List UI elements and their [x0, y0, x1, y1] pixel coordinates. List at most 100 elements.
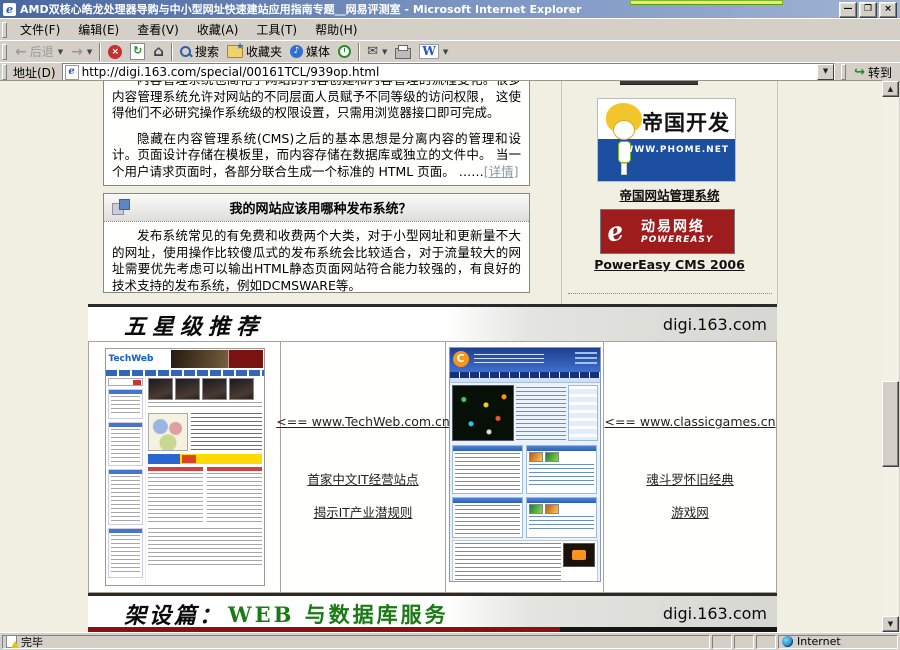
techweb-header: TechWeb	[106, 349, 264, 369]
column-divider-right	[777, 81, 778, 304]
browser-viewport: 内容管理系统也简化了网站的内容创建和内容管理的流程变化。很多内容管理系统允许对网…	[0, 80, 882, 632]
minimize-button[interactable]: —	[839, 2, 857, 18]
powereasy-cn: 动易网络	[641, 219, 713, 235]
powereasy-swirl-icon: e	[605, 216, 640, 248]
powereasy-cms-link[interactable]: PowerEasy CMS 2006	[562, 257, 777, 272]
word-dropdown-icon[interactable]: ▼	[443, 48, 448, 56]
techweb-tagline-2[interactable]: 揭示IT产业潜规则	[314, 502, 413, 521]
menu-favorites[interactable]: 收藏(A)	[188, 19, 248, 40]
setup-title-green: WEB 与数据库服务	[228, 599, 449, 629]
techweb-sidebar	[106, 376, 146, 585]
history-button[interactable]	[334, 44, 355, 59]
scroll-up-button[interactable]: ▲	[882, 81, 899, 97]
favorites-button[interactable]: 收藏夹	[223, 42, 286, 61]
address-label: 地址(D)	[13, 64, 56, 81]
search-button[interactable]: 搜索	[176, 42, 223, 61]
recommend-table: TechWeb	[88, 341, 777, 593]
detail-link[interactable]: [详情]	[484, 164, 519, 179]
toolbar-grip[interactable]	[2, 44, 7, 60]
techweb-banner-image	[171, 350, 263, 368]
scrollbar-thumb[interactable]	[882, 381, 899, 467]
status-panel-3	[756, 635, 776, 649]
go-arrow-icon: ↪	[854, 65, 865, 80]
menu-file[interactable]: 文件(F)	[11, 19, 69, 40]
go-button[interactable]: ↪ 转到	[850, 64, 900, 81]
menu-help[interactable]: 帮助(H)	[306, 19, 366, 40]
classicgames-header: C	[450, 348, 600, 372]
mail-button[interactable]: ✉ ▼	[363, 44, 391, 59]
menu-grip[interactable]	[2, 22, 7, 38]
five-star-site-label: digi.163.com	[663, 315, 767, 334]
techweb-ad-banner	[148, 454, 262, 464]
stop-button[interactable]: ×	[104, 44, 126, 60]
window-controls: — ❐ ×	[839, 2, 897, 18]
forward-dropdown-icon[interactable]: ▼	[87, 48, 92, 56]
powereasy-en: POWEREASY	[641, 235, 713, 245]
status-panel-1	[712, 635, 732, 649]
address-dropdown-button[interactable]: ▼	[817, 64, 834, 80]
classicgames-tagline-1[interactable]: 魂斗罗怀旧经典	[646, 469, 734, 488]
address-bar: 地址(D) e http://digi.163.com/special/0016…	[0, 62, 900, 82]
media-label: 媒体	[306, 43, 330, 60]
five-star-section-header: 五星级推荐 digi.163.com	[88, 304, 777, 342]
techweb-body	[106, 376, 264, 585]
question-icon	[112, 199, 136, 217]
edit-with-word-button[interactable]: W ▼	[415, 43, 452, 60]
publish-system-title: 我的网站应该用哪种发布系统？	[136, 198, 505, 217]
forward-button[interactable]: → ▼	[67, 44, 96, 60]
history-clock-icon	[338, 45, 351, 58]
classicgames-screenshot-thumbnail[interactable]: C	[449, 347, 601, 582]
techweb-screenshot-thumbnail[interactable]: TechWeb	[105, 348, 265, 586]
address-url[interactable]: http://digi.163.com/special/00161TCL/939…	[82, 65, 380, 79]
toolbar-separator	[358, 43, 360, 61]
techweb-tagline-1[interactable]: 首家中文IT经营站点	[307, 469, 418, 488]
home-button[interactable]: ⌂	[149, 43, 168, 60]
media-button[interactable]: ♪ 媒体	[286, 42, 334, 61]
classicgames-links-cell: <== www.classicgames.cn 魂斗罗怀旧经典 游戏网	[604, 342, 776, 592]
forward-arrow-icon: →	[71, 45, 83, 59]
publish-system-body: 发布系统常见的有免费和收费两个大类，对于小型网址和更新量不大的网址，使用操作比较…	[104, 222, 529, 300]
mail-dropdown-icon[interactable]: ▼	[382, 48, 387, 56]
scroll-down-button[interactable]: ▼	[882, 616, 899, 632]
empire-cms-logo[interactable]: 帝国开发 WWW.PHOME.NET	[597, 98, 736, 182]
restore-button[interactable]: ❐	[859, 2, 877, 18]
vertical-scrollbar[interactable]: ▲ ▼	[882, 81, 899, 632]
techweb-url-link[interactable]: <== www.TechWeb.com.cn	[276, 414, 450, 429]
printer-icon	[395, 48, 411, 59]
empire-logo-text: 帝国开发	[642, 107, 730, 137]
print-button[interactable]	[391, 43, 415, 60]
classicgames-bottom-section	[452, 540, 598, 582]
powereasy-logo[interactable]: e 动易网络 POWEREASY	[600, 209, 735, 254]
close-button[interactable]: ×	[879, 2, 897, 18]
menu-edit[interactable]: 编辑(E)	[69, 19, 128, 40]
menu-view[interactable]: 查看(V)	[128, 19, 188, 40]
toolbar-separator	[171, 43, 173, 61]
refresh-button[interactable]: ↻	[126, 42, 149, 61]
back-dropdown-icon[interactable]: ▼	[58, 48, 63, 56]
menu-tools[interactable]: 工具(T)	[247, 19, 306, 40]
back-button[interactable]: ← 后退 ▼	[11, 42, 67, 61]
addressbar-grip[interactable]	[2, 64, 7, 80]
empire-mascot-icon	[604, 103, 646, 179]
cms-paragraph-2: 隐藏在内容管理系统(CMS)之后的基本思想是分离内容的管理和设计。页面设计存储在…	[112, 131, 521, 181]
techweb-logo: TechWeb	[109, 354, 154, 364]
classicgames-login-form	[568, 385, 598, 441]
favorites-label: 收藏夹	[246, 43, 282, 60]
status-bar: 完毕 Internet	[0, 632, 900, 650]
techweb-links-cell: <== www.TechWeb.com.cn 首家中文IT经营站点 揭示IT产业…	[281, 342, 446, 592]
ie-app-icon: e	[3, 3, 16, 16]
status-panel-2	[734, 635, 754, 649]
internet-globe-icon	[782, 636, 793, 647]
classicgames-thumbnail-cell: C	[446, 342, 604, 592]
address-input[interactable]: e http://digi.163.com/special/00161TCL/9…	[62, 63, 835, 81]
empire-cms-link[interactable]: 帝国网站管理系统	[562, 185, 777, 204]
classicgames-url-link[interactable]: <== www.classicgames.cn	[604, 414, 775, 429]
clipped-sidebar-link[interactable]	[620, 81, 698, 85]
overlapping-tooltip-fragment	[630, 0, 783, 5]
cms-paragraph-1: 内容管理系统也简化了网站的内容创建和内容管理的流程变化。很多内容管理系统允许对网…	[112, 80, 521, 122]
classicgames-tagline-2[interactable]: 游戏网	[671, 502, 709, 521]
page-done-icon	[6, 635, 17, 648]
techweb-navbar	[106, 369, 264, 376]
techweb-main	[146, 376, 264, 585]
page-favicon: e	[65, 65, 79, 80]
